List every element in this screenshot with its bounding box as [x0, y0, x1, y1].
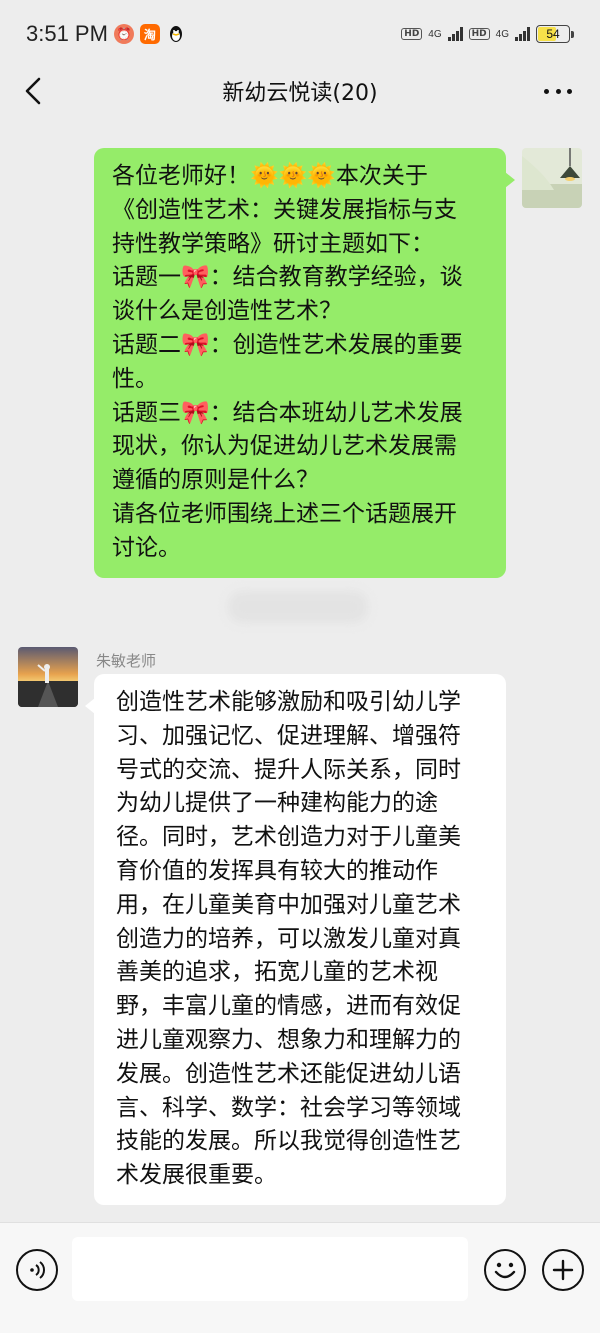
message-bubble-other[interactable]: 创造性艺术能够激励和吸引幼儿学 习、加强记忆、促进理解、增强符 号式的交流、提升… [85, 674, 506, 1205]
signal-strength-icon-2 [515, 27, 530, 41]
message-timestamp [0, 1212, 600, 1222]
input-bar [0, 1222, 600, 1333]
network-type-2: 4G [495, 28, 509, 40]
battery-icon: 54 [536, 25, 570, 43]
qq-penguin-icon [166, 24, 186, 44]
network-type: 4G [428, 28, 442, 40]
back-button[interactable] [16, 74, 50, 108]
chevron-left-icon [25, 77, 41, 105]
status-time: 3:51 PM [26, 21, 108, 46]
more-options-button[interactable] [538, 74, 578, 108]
blurred-system-note [228, 591, 368, 623]
taobao-icon: 淘 [139, 24, 160, 44]
hd-voice-badge: HD [401, 28, 423, 40]
plus-icon [552, 1259, 574, 1281]
voice-icon [30, 1261, 45, 1279]
chat-title: 新幼云悦读(20) [222, 81, 378, 106]
sender-name: 朱敏老师 [96, 652, 157, 670]
emoji-button[interactable] [484, 1249, 526, 1291]
battery-level: 54 [546, 27, 560, 41]
nav-bar: 新幼云悦读(20) [0, 68, 600, 114]
more-functions-button[interactable] [542, 1249, 584, 1291]
voice-input-button[interactable] [16, 1249, 58, 1291]
message-input[interactable] [72, 1237, 468, 1301]
alarm-clock-icon: ⏰ [113, 24, 134, 44]
more-dot [555, 88, 561, 94]
sender-avatar[interactable] [18, 647, 78, 707]
self-avatar[interactable] [522, 148, 582, 208]
hd-voice-badge-2: HD [468, 28, 490, 40]
message-bubble-self[interactable]: 各位老师好！🌞🌞🌞本次关于 《创造性艺术：关键发展指标与支 持性教学策略》研讨主… [94, 148, 515, 578]
message-list[interactable]: 各位老师好！🌞🌞🌞本次关于 《创造性艺术：关键发展指标与支 持性教学策略》研讨主… [0, 114, 600, 1222]
signal-strength-icon [447, 27, 463, 41]
status-bar: 3:51 PM ⏰ 淘 HD 4G HD 4G 54 [0, 0, 600, 68]
more-dot [567, 88, 572, 94]
more-dots-icon [544, 88, 549, 94]
status-indicators: HD 4G HD 4G 54 [401, 25, 574, 43]
battery-cap [571, 30, 574, 38]
emoji-icon [494, 1262, 516, 1279]
